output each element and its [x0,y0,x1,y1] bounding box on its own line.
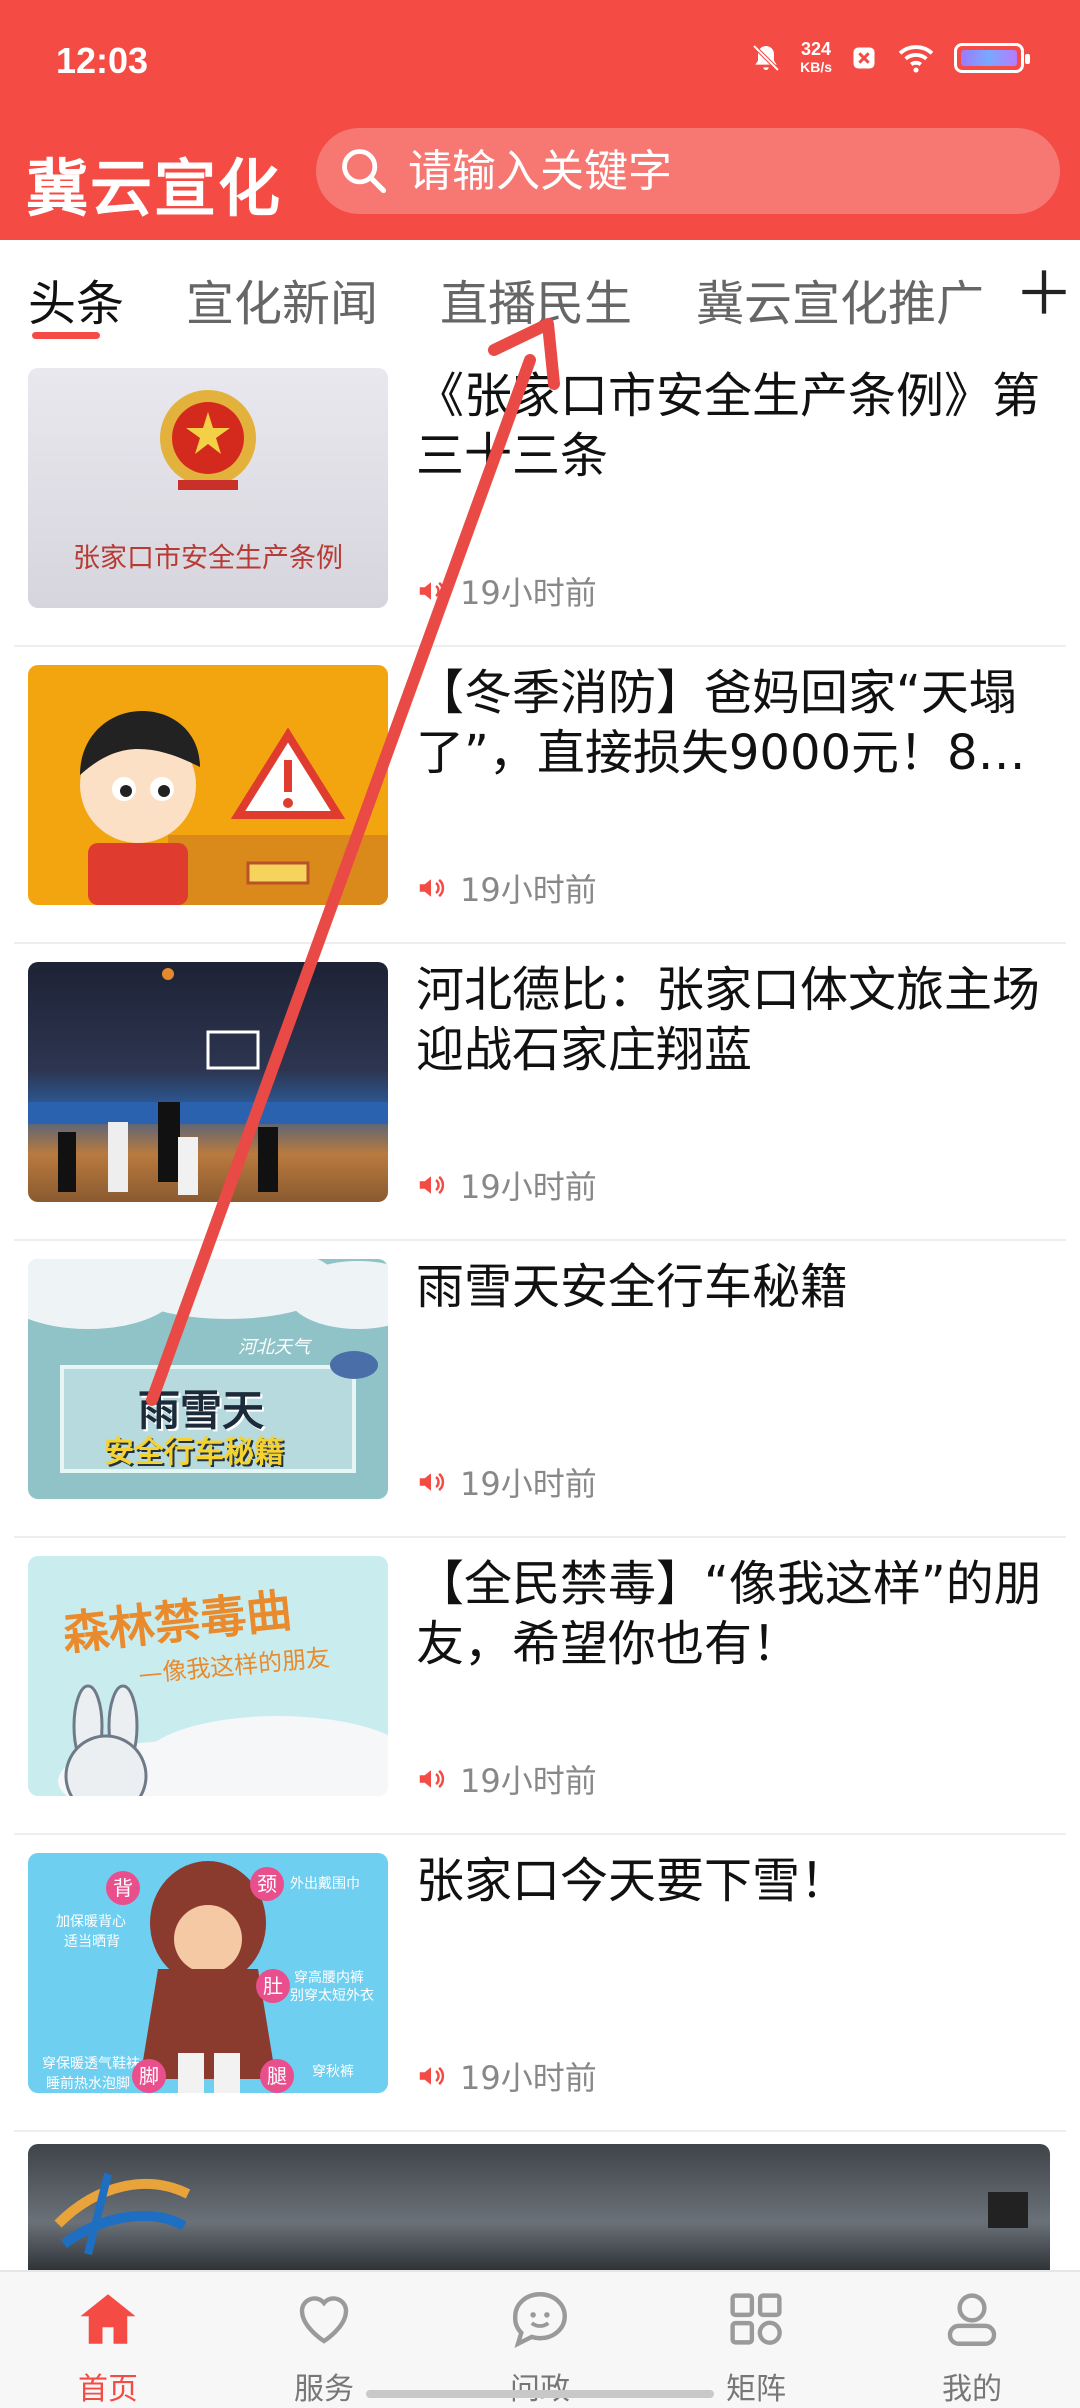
home-icon [80,2294,136,2344]
thumbnail-caption: 张家口市安全生产条例 [73,543,343,574]
bottom-navigation: 首页 服务 问政 矩阵 我的 [0,2270,1080,2408]
speaker-icon [419,1175,445,1195]
network-speed: 324 KB/s [800,39,832,75]
speaker-icon [419,581,445,601]
news-thumbnail: 背 颈 加保暖背心 适当晒背 外出戴围巾 肚 穿高腰内裤 别穿太短外衣 穿保暖透… [28,1853,388,2093]
tip-scarf: 外出戴围巾 [290,1876,360,1892]
video-preview[interactable] [28,2144,1050,2274]
label-leg: 腿 [260,2059,294,2093]
grid-icon [730,2293,782,2345]
tab-xuanhua-news[interactable]: 宣化新闻 [186,264,378,334]
tab-headlines[interactable]: 头条 [28,264,124,334]
news-title: 张家口今天要下雪！ [416,1853,849,1909]
status-icons: 324 KB/s [750,39,1030,76]
add-tab-icon[interactable] [1018,266,1070,318]
speaker-icon [419,878,445,898]
news-time: 19小时前 [460,2059,597,2097]
cartoon-boy-fire-warning-icon [80,711,388,905]
news-title: 【全民禁毒】“像我这样”的朋友，希望你也有！ [416,1556,1042,1672]
battery-icon [954,43,1030,73]
news-thumbnail [28,665,388,905]
news-meta: 19小时前 [416,1756,597,1802]
home-indicator [366,2390,714,2398]
search-input[interactable] [408,145,1008,197]
speaker-icon [419,2066,445,2086]
heart-icon [299,2296,349,2344]
news-item[interactable]: 背 颈 加保暖背心 适当晒背 外出戴围巾 肚 穿高腰内裤 别穿太短外衣 穿保暖透… [14,1835,1066,2132]
news-time: 19小时前 [460,871,597,909]
tip-long-johns: 穿秋裤 [312,2064,354,2080]
news-meta: 19小时前 [416,2053,597,2099]
user-icon [947,2293,997,2346]
app-logo: 冀云宣化 [26,152,283,225]
label-back: 背 [106,1871,140,1905]
news-meta: 19小时前 [416,1162,597,1208]
thumbnail-caption-top: 河北天气 [238,1337,310,1358]
news-thumbnail [28,962,388,1202]
no-sim-icon [853,47,875,69]
app-bar: 冀云宣化 [0,120,1080,240]
station-logo-icon [54,2173,1028,2255]
news-item[interactable]: 森林禁毒曲 —像我这样的朋友 【全民禁毒】“像我这样”的朋友，希望你也有！ 19… [14,1538,1066,1835]
news-title: 《张家口市安全生产条例》第三十三条 [416,368,1041,484]
tab-promotion[interactable]: 冀云宣化推广 [696,264,984,334]
tip-underwear: 穿高腰内裤 [294,1970,364,1986]
tip-foot-bath: 睡前热水泡脚 [46,2076,130,2092]
news-thumbnail: 张家口市安全生产条例 [28,368,388,608]
status-time: 12:03 [56,40,149,81]
speaker-icon [419,1472,445,1492]
news-item[interactable]: 张家口市安全生产条例 《张家口市安全生产条例》第三十三条 19小时前 [14,350,1066,647]
tip-coat: 别穿太短外衣 [290,1988,374,2004]
news-time: 19小时前 [460,1168,597,1206]
news-thumbnail: 森林禁毒曲 —像我这样的朋友 [28,1556,388,1796]
label-foot: 脚 [132,2059,166,2093]
tip-sun: 适当晒背 [64,1934,120,1950]
label-neck: 颈 [250,1867,284,1901]
news-title: 【冬季消防】爸妈回家“天塌了”，直接损失9000元！8… [416,665,1026,781]
news-feed: 张家口市安全生产条例 《张家口市安全生产条例》第三十三条 19小时前 【冬季消防… [0,350,1080,2132]
news-item[interactable]: 【冬季消防】爸妈回家“天塌了”，直接损失9000元！8… 19小时前 [14,647,1066,944]
news-meta: 19小时前 [416,568,597,614]
app-header: 12:03 324 KB/s 冀云宣化 请输入关键字 [0,0,1080,240]
news-meta: 19小时前 [416,865,597,911]
news-item[interactable]: 河北德比：张家口体文旅主场迎战石家庄翔蓝 19小时前 [14,944,1066,1241]
news-title: 雨雪天安全行车秘籍 [416,1259,849,1315]
tab-live-livelihood[interactable]: 直播民生 [440,264,632,334]
news-time: 19小时前 [460,1762,597,1800]
category-tabs: 头条 宣化新闻 直播民生 冀云宣化推广 [0,240,1080,350]
wifi-icon [898,45,934,73]
nav-profile[interactable]: 我的 [902,2286,1042,2408]
news-time: 19小时前 [460,574,597,612]
news-thumbnail: 河北天气 雨雪天 安全行车秘籍 [28,1259,388,1499]
thumbnail-caption-sub: 安全行车秘籍 [104,1435,284,1470]
news-time: 19小时前 [460,1465,597,1503]
news-title: 河北德比：张家口体文旅主场迎战石家庄翔蓝 [416,962,1041,1078]
basketball-game-photo [28,968,388,1195]
chat-bubble-icon [513,2292,567,2348]
search-icon [342,149,387,194]
news-meta: 19小时前 [416,1459,597,1505]
label-belly: 肚 [256,1969,290,2003]
nav-home[interactable]: 首页 [38,2286,178,2408]
search-bar[interactable] [316,128,1060,214]
mute-bell-icon [752,44,780,72]
status-bar: 12:03 324 KB/s [0,0,1080,120]
speaker-icon [419,1769,445,1789]
tip-socks: 穿保暖透气鞋袜 [42,2056,140,2072]
news-item[interactable]: 河北天气 雨雪天 安全行车秘籍 雨雪天安全行车秘籍 19小时前 [14,1241,1066,1538]
tip-vest: 加保暖背心 [56,1914,126,1930]
active-tab-indicator [32,332,100,339]
